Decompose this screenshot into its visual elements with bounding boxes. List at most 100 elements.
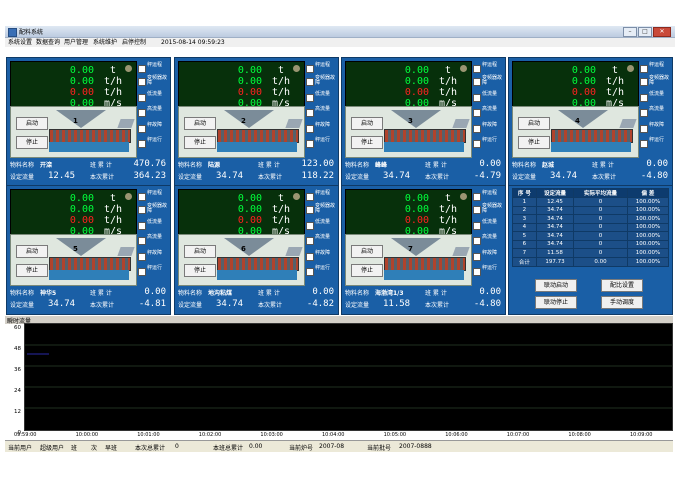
checkbox[interactable] [306,109,314,117]
checkbox[interactable] [640,65,648,73]
status-check[interactable]: 低流量 [306,220,338,232]
checkbox[interactable] [473,253,481,261]
stop-button[interactable]: 停止 [518,136,550,149]
status-check[interactable]: 秤运程 [138,63,170,75]
status-check[interactable]: 低流量 [306,92,338,104]
checkbox[interactable] [473,140,481,148]
close-button[interactable]: ✕ [653,27,671,37]
stop-button[interactable]: 停止 [351,136,383,149]
link-stop-button[interactable]: 联动停止 [535,296,577,309]
checkbox[interactable] [473,109,481,117]
status-check[interactable]: 低流量 [473,220,505,232]
menu-system-settings[interactable]: 系统设置 [8,38,32,47]
ratio-settings-button[interactable]: 配比设置 [601,279,643,292]
maximize-button[interactable]: □ [638,27,652,37]
start-button[interactable]: 启动 [184,245,216,258]
status-check[interactable]: 变频器故障 [138,76,170,88]
status-check[interactable]: 低流量 [138,220,170,232]
status-check[interactable]: 低流量 [138,92,170,104]
checkbox[interactable] [138,237,146,245]
status-check[interactable]: 秤故障 [473,123,505,135]
checkbox[interactable] [138,140,146,148]
checkbox[interactable] [473,65,481,73]
checkbox[interactable] [473,193,481,201]
checkbox[interactable] [473,78,481,86]
checkbox[interactable] [138,222,146,230]
start-button[interactable]: 启动 [16,245,48,258]
status-check[interactable]: 高流量 [138,107,170,119]
menu-start-stop[interactable]: 启停控制 [122,38,146,47]
status-check[interactable]: 秤运行 [306,138,338,150]
status-check[interactable]: 高流量 [306,235,338,247]
checkbox[interactable] [640,94,648,102]
status-check[interactable]: 秤故障 [138,251,170,263]
status-check[interactable]: 高流量 [640,107,672,119]
checkbox[interactable] [306,78,314,86]
status-check[interactable]: 秤运行 [306,266,338,278]
status-check[interactable]: 秤运程 [138,191,170,203]
status-check[interactable]: 秤运行 [473,138,505,150]
checkbox[interactable] [306,193,314,201]
manual-dispatch-button[interactable]: 手动调度 [601,296,643,309]
checkbox[interactable] [306,94,314,102]
status-check[interactable]: 变频器故障 [306,76,338,88]
checkbox[interactable] [306,253,314,261]
checkbox[interactable] [473,237,481,245]
status-check[interactable]: 秤运行 [138,266,170,278]
checkbox[interactable] [138,94,146,102]
checkbox[interactable] [473,206,481,214]
status-check[interactable]: 秤运程 [640,63,672,75]
checkbox[interactable] [138,193,146,201]
menu-data-query[interactable]: 数据查询 [36,38,60,47]
status-check[interactable]: 秤故障 [138,123,170,135]
checkbox[interactable] [138,253,146,261]
stop-button[interactable]: 停止 [351,264,383,277]
checkbox[interactable] [473,94,481,102]
checkbox[interactable] [138,268,146,276]
status-check[interactable]: 秤运程 [473,191,505,203]
status-check[interactable]: 高流量 [473,107,505,119]
checkbox[interactable] [138,109,146,117]
status-check[interactable]: 高流量 [306,107,338,119]
checkbox[interactable] [306,140,314,148]
status-check[interactable]: 低流量 [473,92,505,104]
menu-system-maintenance[interactable]: 系统维护 [93,38,117,47]
checkbox[interactable] [640,140,648,148]
checkbox[interactable] [138,65,146,73]
checkbox[interactable] [138,125,146,133]
checkbox[interactable] [138,206,146,214]
status-check[interactable]: 秤故障 [473,251,505,263]
status-check[interactable]: 变频器故障 [306,204,338,216]
checkbox[interactable] [138,78,146,86]
checkbox[interactable] [306,125,314,133]
checkbox[interactable] [306,222,314,230]
checkbox[interactable] [640,125,648,133]
link-start-button[interactable]: 联动启动 [535,279,577,292]
stop-button[interactable]: 停止 [184,136,216,149]
checkbox[interactable] [473,125,481,133]
status-check[interactable]: 秤运程 [306,191,338,203]
start-button[interactable]: 启动 [518,117,550,130]
status-check[interactable]: 秤故障 [306,251,338,263]
start-button[interactable]: 启动 [351,245,383,258]
menu-user-management[interactable]: 用户管理 [64,38,88,47]
status-check[interactable]: 高流量 [473,235,505,247]
checkbox[interactable] [306,268,314,276]
status-check[interactable]: 秤运程 [473,63,505,75]
stop-button[interactable]: 停止 [184,264,216,277]
status-check[interactable]: 变频器故障 [640,76,672,88]
status-check[interactable]: 秤运行 [640,138,672,150]
status-check[interactable]: 高流量 [138,235,170,247]
checkbox[interactable] [306,65,314,73]
checkbox[interactable] [473,222,481,230]
status-check[interactable]: 低流量 [640,92,672,104]
status-check[interactable]: 秤故障 [306,123,338,135]
stop-button[interactable]: 停止 [16,264,48,277]
checkbox[interactable] [640,109,648,117]
checkbox[interactable] [306,206,314,214]
status-check[interactable]: 秤运行 [138,138,170,150]
status-check[interactable]: 秤故障 [640,123,672,135]
start-button[interactable]: 启动 [351,117,383,130]
start-button[interactable]: 启动 [16,117,48,130]
checkbox[interactable] [306,237,314,245]
